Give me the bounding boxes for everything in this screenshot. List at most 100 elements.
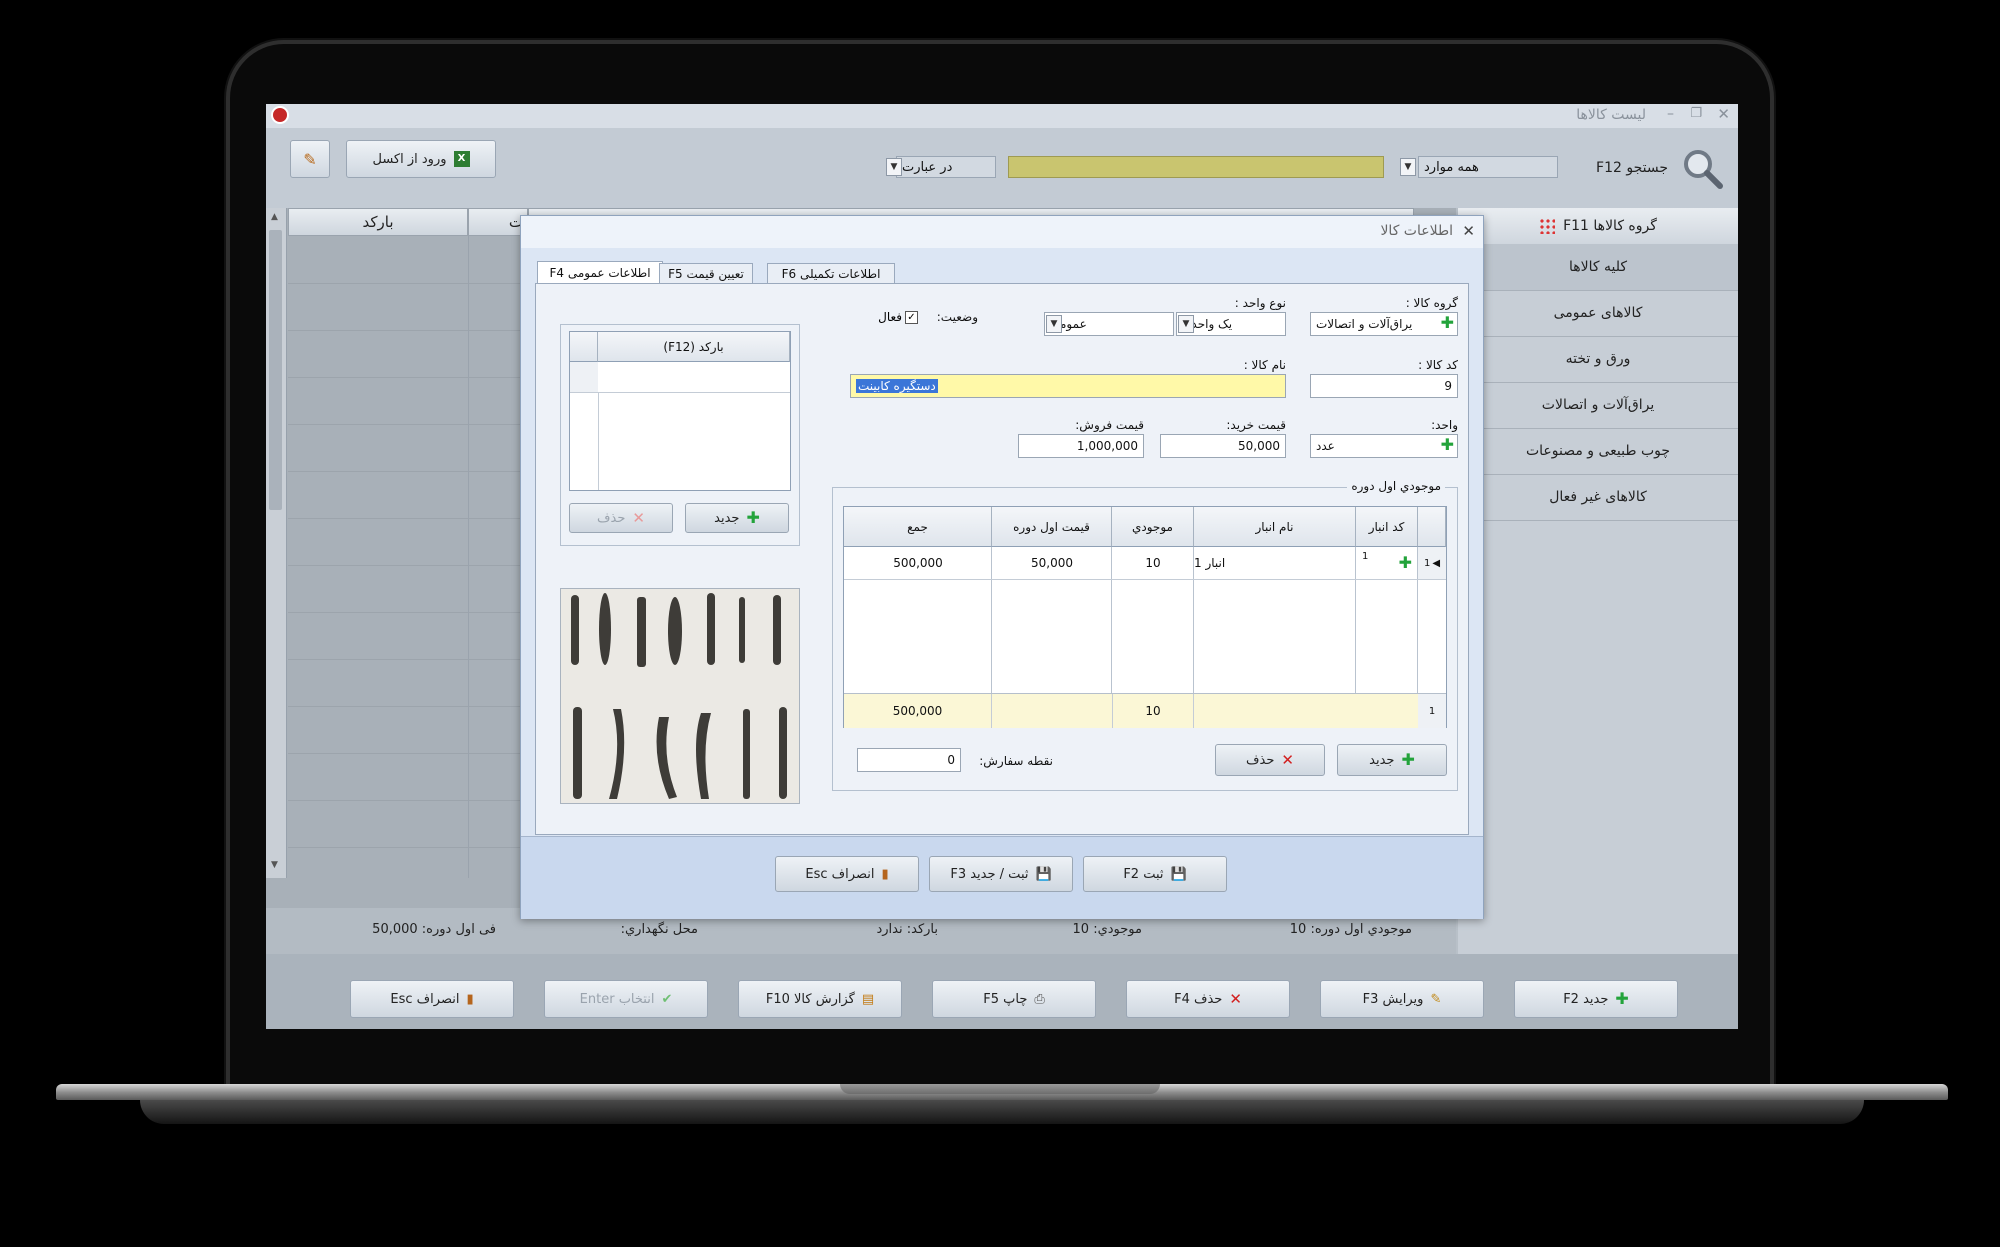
dialog-close-icon[interactable]: ✕: [1462, 222, 1475, 240]
excel-icon: X: [453, 151, 470, 167]
row-handle: 1 ◀: [1418, 547, 1446, 579]
sell-price-field[interactable]: 1,000,000: [1018, 434, 1144, 458]
unit-label: واحد:: [1431, 418, 1458, 432]
pencil-icon: ✎: [1430, 991, 1442, 1007]
new-button[interactable]: ✚ جدید F2: [1514, 980, 1678, 1018]
brush-tool-button[interactable]: ✎: [290, 140, 330, 178]
delete-button[interactable]: ✕ حذف F4: [1126, 980, 1290, 1018]
table-footer-row: 1 10 500,000: [844, 693, 1446, 728]
group-field[interactable]: یراق‌آلات و اتصالات: [1310, 312, 1458, 336]
app-logo-icon: [271, 106, 289, 124]
status-stock: موجودي: 10: [1072, 922, 1142, 937]
stock-total-cell[interactable]: 500,000: [844, 547, 992, 579]
import-excel-button[interactable]: X ورود از اکسل: [346, 140, 496, 178]
floppy-new-icon: 💾: [1035, 866, 1052, 882]
add-group-icon[interactable]: ✚: [1441, 315, 1454, 331]
minimize-icon[interactable]: –: [1667, 106, 1674, 122]
scroll-down-icon[interactable]: ▼: [271, 860, 278, 870]
status-opening-price: فی اول دوره: 50,000: [372, 922, 496, 937]
brush-icon: ✎: [303, 149, 317, 169]
grid-dots-icon: [1539, 218, 1556, 234]
tab-pricing[interactable]: تعیین قیمت F5: [659, 263, 753, 283]
unit-field[interactable]: عدد: [1310, 434, 1458, 458]
report-button[interactable]: ▤ گزارش کالا F10: [738, 980, 902, 1018]
printer-icon: ⎙: [1034, 991, 1045, 1007]
stock-qty-cell[interactable]: 10: [1112, 547, 1194, 579]
sidebar-header: گروه کالاها F11: [1458, 208, 1738, 245]
product-name-field[interactable]: دستگیره کابینت: [850, 374, 1286, 398]
sidebar-item-wood[interactable]: چوب طبیعی و مصنوعات: [1458, 428, 1738, 475]
stock-name-cell[interactable]: انبار 1: [1194, 547, 1356, 579]
current-row-icon: ◀: [1432, 557, 1441, 569]
add-unit-icon[interactable]: ✚: [1441, 437, 1454, 453]
code-field[interactable]: 9: [1310, 374, 1458, 398]
reorder-field[interactable]: 0: [857, 748, 961, 772]
product-info-dialog: اطلاعات کالا ✕ اطلاعات عمومی F4 تعیین قی…: [520, 215, 1484, 919]
tab-general[interactable]: اطلاعات عمومی F4: [537, 261, 663, 283]
barcode-group: (F12) بارکد ✚ جدید ✕ حذف: [560, 324, 800, 546]
status-label: وضعیت:: [936, 310, 978, 324]
sidebar-item-inactive[interactable]: کالاهای غیر فعال: [1458, 474, 1738, 521]
barcode-row[interactable]: [570, 362, 790, 393]
stock-delete-button[interactable]: ✕ حذف: [1215, 744, 1325, 776]
scroll-thumb[interactable]: [269, 230, 282, 510]
delete-icon: ✕: [1229, 989, 1242, 1008]
stock-header-code[interactable]: کد انبار: [1356, 507, 1418, 547]
barcode-new-button[interactable]: ✚ جدید: [685, 503, 789, 533]
sidebar-item-sheets[interactable]: ورق و تخته: [1458, 336, 1738, 383]
delete-icon: ✕: [632, 508, 645, 527]
search-scope-select[interactable]: همه موارد: [1418, 156, 1558, 178]
unit-kind-select[interactable]: عمومی: [1044, 312, 1174, 336]
scope-dropdown-arrow[interactable]: ▼: [1400, 158, 1416, 176]
dialog-titlebar: اطلاعات کالا ✕: [521, 216, 1483, 248]
close-icon[interactable]: ✕: [1717, 105, 1730, 123]
door-icon: ▮: [881, 866, 889, 882]
grid-scrollbar[interactable]: ▲ ▼: [266, 208, 287, 878]
stock-header-name[interactable]: نام انبار: [1194, 507, 1356, 547]
active-checkbox[interactable]: ✓ فعال: [878, 310, 918, 324]
stock-header-price[interactable]: قیمت اول دوره: [992, 507, 1112, 547]
select-button[interactable]: ✔ انتخاب Enter: [544, 980, 708, 1018]
search-mode-select[interactable]: در عبارت: [896, 156, 996, 178]
product-group-sidebar: گروه کالاها F11 کلیه کالاها کالاهای عموم…: [1458, 208, 1738, 1029]
exit-button[interactable]: ▮ انصراف Esc: [350, 980, 514, 1018]
add-warehouse-icon[interactable]: ✚: [1399, 555, 1412, 571]
restore-icon[interactable]: ❐: [1690, 106, 1702, 121]
grid-header-barcode[interactable]: بارکد: [288, 208, 468, 236]
status-storage: محل نگهداري:: [620, 922, 698, 937]
sidebar-item-all[interactable]: کلیه کالاها: [1458, 244, 1738, 291]
plus-icon: ✚: [1401, 750, 1415, 769]
delete-icon: ✕: [1281, 750, 1294, 769]
barcode-header[interactable]: (F12) بارکد: [598, 332, 790, 362]
grid-header-partial[interactable]: ت: [468, 208, 528, 236]
save-button[interactable]: 💾 ثبت F2: [1083, 856, 1227, 892]
table-row[interactable]: 1 ◀ 1 ✚ انبار 1 10 50,000 500,000: [844, 547, 1446, 580]
product-photo[interactable]: [560, 588, 800, 804]
stock-code-cell[interactable]: 1 ✚: [1356, 547, 1418, 579]
reorder-label: نقطه سفارش:: [979, 754, 1053, 768]
print-button[interactable]: ⎙ چاپ F5: [932, 980, 1096, 1018]
barcode-header-handle: [570, 332, 598, 362]
scroll-up-icon[interactable]: ▲: [271, 212, 278, 222]
report-icon: ▤: [861, 991, 875, 1007]
sidebar-item-general[interactable]: کالاهای عمومی: [1458, 290, 1738, 337]
unit-kind-dropdown-arrow[interactable]: ▼: [1046, 315, 1062, 333]
dialog-cancel-button[interactable]: ▮ انصراف Esc: [775, 856, 919, 892]
stock-new-button[interactable]: ✚ جدید: [1337, 744, 1447, 776]
stock-header-total[interactable]: جمع: [844, 507, 992, 547]
stock-header-stock[interactable]: موجودي: [1112, 507, 1194, 547]
footer-stock-total: 10: [1112, 694, 1194, 728]
barcode-handle-column: [598, 392, 599, 490]
search-icon[interactable]: [1680, 146, 1726, 192]
search-input[interactable]: [1008, 156, 1384, 178]
tab-extra[interactable]: اطلاعات تکمیلی F6: [767, 263, 895, 283]
stock-price-cell[interactable]: 50,000: [992, 547, 1112, 579]
unit-type-dropdown-arrow[interactable]: ▼: [1178, 315, 1194, 333]
edit-button[interactable]: ✎ ویرایش F3: [1320, 980, 1484, 1018]
laptop-notch: [840, 1084, 1160, 1094]
barcode-delete-button[interactable]: ✕ حذف: [569, 503, 673, 533]
save-new-button[interactable]: 💾 ثبت / جدید F3: [929, 856, 1073, 892]
buy-price-field[interactable]: 50,000: [1160, 434, 1286, 458]
sidebar-item-hardware[interactable]: یراق‌آلات و اتصالات: [1458, 382, 1738, 429]
mode-dropdown-arrow[interactable]: ▼: [886, 158, 902, 176]
